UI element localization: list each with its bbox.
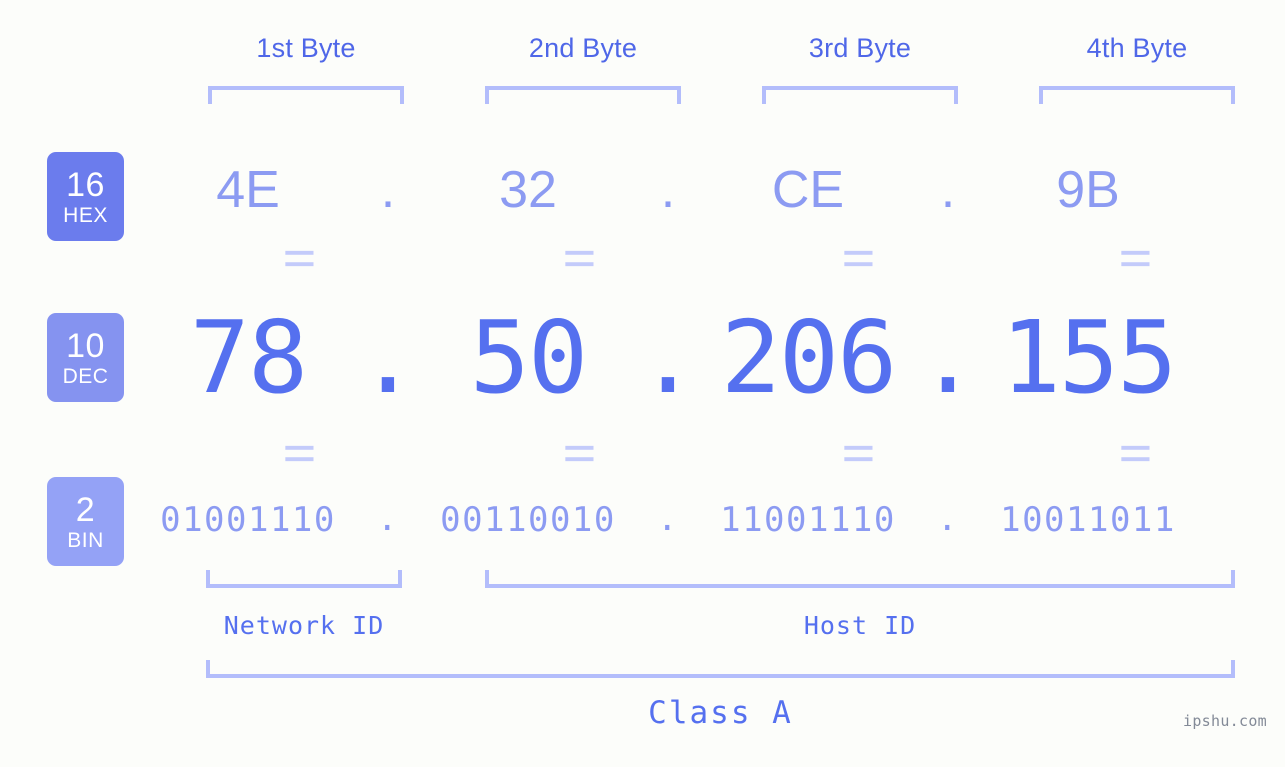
- bin-separator-1: .: [377, 499, 399, 540]
- bin-separator-2: .: [657, 499, 679, 540]
- hex-byte-4: 9B: [1056, 161, 1120, 219]
- dec-separator-3: .: [917, 299, 979, 416]
- hex-byte-1: 4E: [216, 161, 280, 219]
- dec-value-row: 78 . 50 . 206 . 155: [150, 295, 1270, 420]
- host-id-label: Host ID: [803, 611, 917, 640]
- byte-bracket-4: [1039, 86, 1235, 104]
- byte-header-1: 1st Byte: [256, 33, 356, 63]
- byte-header-3: 3rd Byte: [808, 33, 912, 63]
- bin-byte-2: 00110010: [440, 500, 616, 540]
- equals-mark-dec-bin-2: ||: [565, 443, 598, 467]
- base-badge-hex-name: HEX: [63, 203, 108, 227]
- host-id-bracket: [485, 570, 1235, 588]
- bin-byte-1: 01001110: [160, 500, 336, 540]
- dec-byte-3: 206: [720, 299, 898, 416]
- hex-value-row: 4E . 32 . CE . 9B: [150, 150, 1270, 230]
- base-badge-dec-name: DEC: [62, 364, 109, 388]
- equals-mark-hex-dec-3: ||: [844, 248, 877, 272]
- hex-byte-2: 32: [499, 161, 557, 219]
- network-id-label: Network ID: [223, 611, 385, 640]
- bin-value-row: 01001110 . 00110010 . 11001110 . 1001101…: [150, 490, 1270, 550]
- equals-mark-dec-bin-1: ||: [285, 443, 318, 467]
- hex-separator-3: .: [940, 160, 956, 219]
- hex-separator-1: .: [380, 160, 396, 219]
- byte-bracket-2: [485, 86, 681, 104]
- base-badge-hex: 16 HEX: [47, 152, 124, 241]
- equals-mark-hex-dec-2: ||: [565, 248, 598, 272]
- dec-separator-2: .: [637, 299, 699, 416]
- byte-header-4: 4th Byte: [1086, 33, 1188, 63]
- dec-separator-1: .: [357, 299, 419, 416]
- dec-byte-2: 50: [469, 299, 588, 416]
- network-id-bracket: [206, 570, 402, 588]
- byte-bracket-3: [762, 86, 958, 104]
- hex-separator-2: .: [660, 160, 676, 219]
- base-badge-bin-name: BIN: [67, 528, 104, 552]
- equals-mark-hex-dec-1: ||: [285, 248, 318, 272]
- class-bracket: [206, 660, 1235, 678]
- hex-byte-3: CE: [771, 161, 845, 219]
- equals-mark-hex-dec-4: ||: [1121, 248, 1154, 272]
- ip-breakdown-diagram: 1st Byte 2nd Byte 3rd Byte 4th Byte 16 H…: [0, 0, 1285, 767]
- class-label: Class A: [648, 695, 793, 731]
- dec-byte-4: 155: [1000, 299, 1178, 416]
- base-badge-dec-number: 10: [66, 326, 105, 365]
- equals-mark-dec-bin-3: ||: [844, 443, 877, 467]
- base-badge-bin-number: 2: [75, 490, 96, 529]
- base-badge-dec: 10 DEC: [47, 313, 124, 402]
- bin-byte-3: 11001110: [720, 500, 896, 540]
- watermark: ipshu.com: [1183, 712, 1267, 730]
- byte-bracket-1: [208, 86, 404, 104]
- dec-byte-1: 78: [189, 299, 308, 416]
- byte-header-2: 2nd Byte: [528, 33, 638, 63]
- base-badge-bin: 2 BIN: [47, 477, 124, 566]
- base-badge-hex-number: 16: [66, 165, 105, 204]
- bin-separator-3: .: [937, 499, 959, 540]
- bin-byte-4: 10011011: [1000, 500, 1176, 540]
- equals-mark-dec-bin-4: ||: [1121, 443, 1154, 467]
